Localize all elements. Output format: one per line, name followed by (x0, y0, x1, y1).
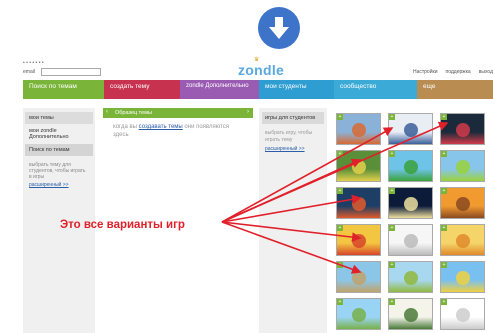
annotation-arrows (221, 121, 449, 274)
annotation-label: Это все варианты игр (60, 219, 185, 231)
arrow-3 (221, 158, 362, 223)
